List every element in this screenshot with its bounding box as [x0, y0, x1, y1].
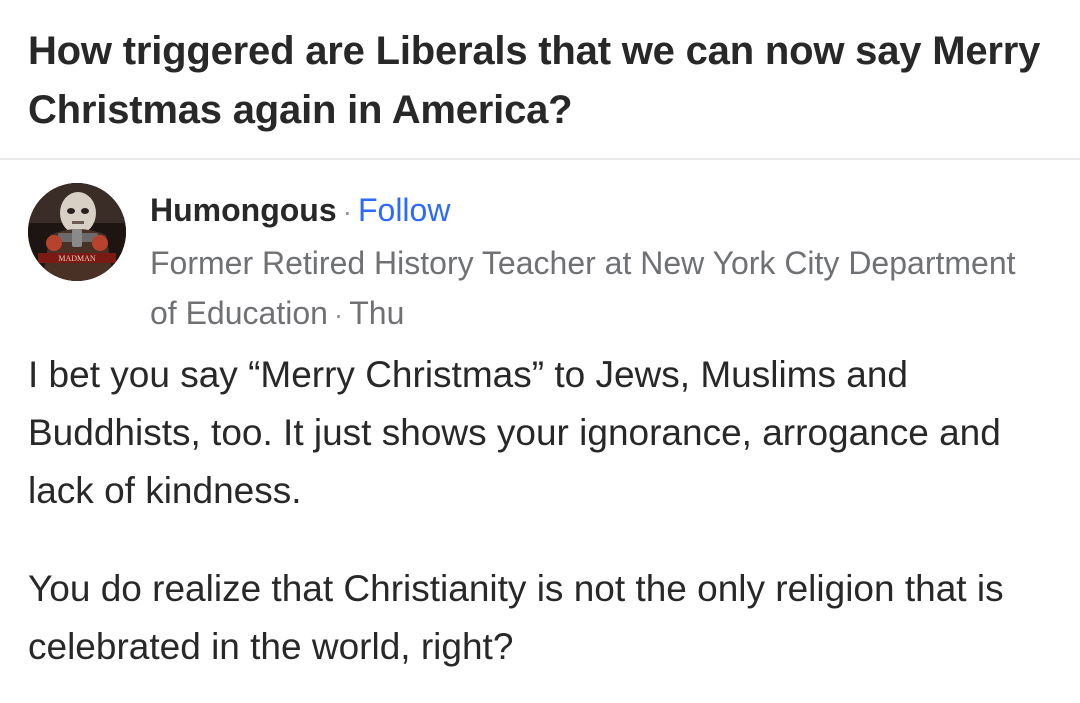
- answer-paragraph: You do realize that Christianity is not …: [28, 568, 1004, 667]
- question-title[interactable]: How triggered are Liberals that we can n…: [28, 22, 1048, 140]
- masked-man-avatar-icon: MADMAN: [28, 183, 126, 281]
- separator-dot: ·: [342, 196, 352, 227]
- separator-dot: ·: [333, 299, 344, 330]
- author-credential[interactable]: Former Retired History Teacher at New Yo…: [150, 245, 1016, 331]
- follow-button[interactable]: Follow: [358, 192, 450, 228]
- divider: [0, 158, 1080, 160]
- avatar-caption: MADMAN: [58, 254, 96, 263]
- answer-timestamp[interactable]: Thu: [349, 295, 404, 331]
- author-line: Humongous · Follow: [150, 188, 450, 234]
- answer-paragraph: I bet you say “Merry Christmas” to Jews,…: [28, 354, 1001, 511]
- author-credential-line: Former Retired History Teacher at New Yo…: [150, 238, 1050, 340]
- author-avatar[interactable]: MADMAN: [28, 183, 126, 281]
- author-name[interactable]: Humongous: [150, 192, 337, 228]
- answer-body: I bet you say “Merry Christmas” to Jews,…: [28, 346, 1058, 676]
